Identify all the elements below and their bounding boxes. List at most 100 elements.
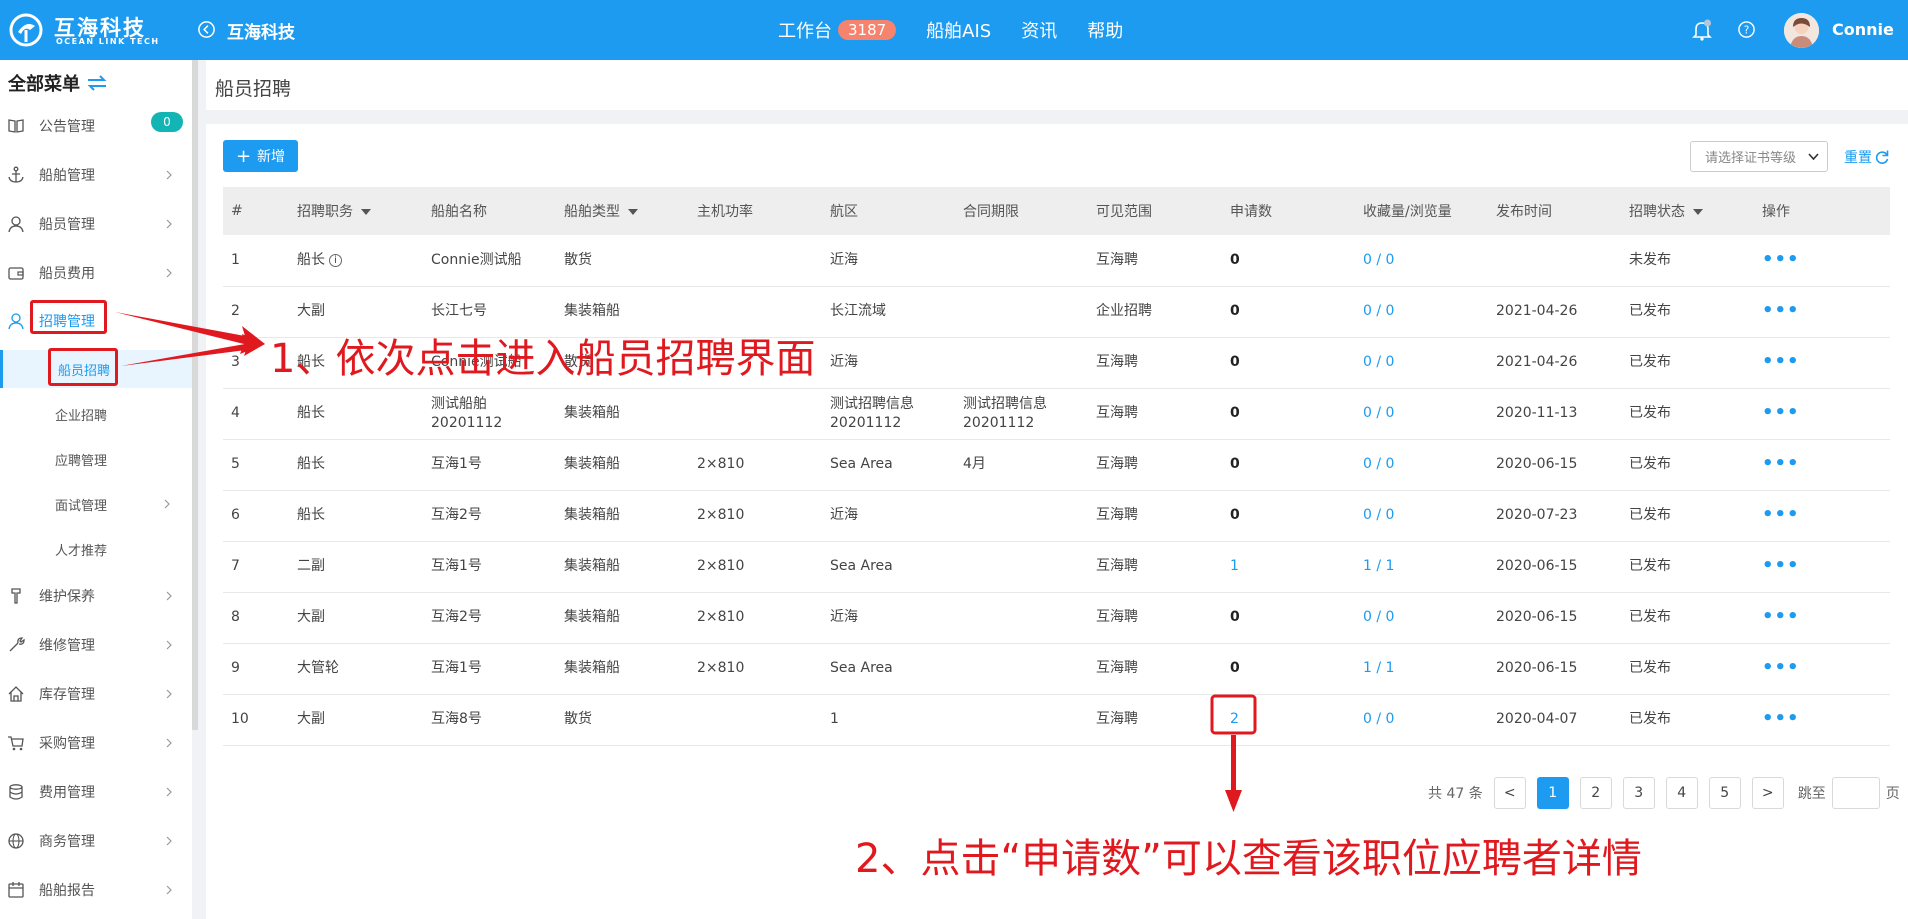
cell-op[interactable]: ••• [1754, 643, 1890, 695]
sidebar-item-expense[interactable]: 费用管理 [0, 772, 192, 812]
cell-status-value: 已发布 [1629, 405, 1671, 421]
cell-fav[interactable]: 0 / 0 [1355, 337, 1488, 389]
prev-page-button[interactable]: < [1493, 777, 1526, 809]
sidebar-subitem-applicant-manage[interactable]: 应聘管理 [0, 440, 192, 478]
sidebar-item-notice[interactable]: 公告管理 [0, 106, 192, 146]
cell-op[interactable]: ••• [1754, 694, 1890, 746]
cell-op[interactable]: ••• [1754, 490, 1890, 542]
cell-op[interactable]: ••• [1754, 541, 1890, 593]
brand-subtitle: OCEAN LINK TECH [56, 37, 160, 46]
info-icon[interactable]: i [329, 253, 342, 267]
nav-workbench[interactable]: 工作台 3187 [778, 17, 897, 43]
next-page-button[interactable]: > [1751, 777, 1784, 809]
sidebar-item-crew[interactable]: 船员管理 [0, 204, 192, 244]
cell-fav[interactable]: 0 / 0 [1355, 286, 1488, 338]
col-position[interactable]: 招聘职务 [289, 187, 423, 235]
cert-level-select[interactable]: 请选择证书等级 [1690, 141, 1828, 172]
cell-fav[interactable]: 0 / 0 [1355, 592, 1488, 644]
cell-no: 7 [223, 541, 289, 593]
cell-date-value: 2020-04-07 [1496, 711, 1578, 727]
cell-type-value: 集装箱船 [564, 660, 620, 676]
page-button[interactable]: 4 [1665, 777, 1698, 809]
cell-no: 9 [223, 643, 289, 695]
cell-ship-value: 测试船舶20201112 [431, 395, 503, 431]
sidebar-item-ship[interactable]: 船舶管理 [0, 155, 192, 195]
nav-help[interactable]: 帮助 [1087, 17, 1123, 43]
username[interactable]: Connie [1832, 20, 1894, 39]
sidebar-item-repair[interactable]: 维修管理 [0, 625, 192, 665]
sidebar-item-maintenance[interactable]: 维护保养 [0, 576, 192, 616]
cell-op[interactable]: ••• [1754, 235, 1890, 287]
jump-page-input[interactable] [1831, 777, 1880, 809]
cell-apply[interactable]: 0 [1222, 286, 1355, 338]
cell-status-value: 已发布 [1629, 354, 1671, 370]
cell-apply[interactable]: 0 [1222, 337, 1355, 389]
cell-apply[interactable]: 0 [1222, 592, 1355, 644]
cell-op[interactable]: ••• [1754, 592, 1890, 644]
col-ship-type-label: 船舶类型 [564, 204, 620, 220]
cell-fav[interactable]: 0 / 0 [1355, 235, 1488, 287]
cell-term [955, 541, 1088, 593]
cell-fav[interactable]: 0 / 0 [1355, 439, 1488, 491]
cell-area-value: 测试招聘信息20201112 [830, 395, 914, 431]
cell-op[interactable]: ••• [1754, 286, 1890, 338]
cell-type: 集装箱船 [556, 388, 689, 440]
cell-fav[interactable]: 1 / 1 [1355, 541, 1488, 593]
sidebar-item-crew-fee[interactable]: 船员费用 [0, 253, 192, 293]
cell-position: 船长 [289, 388, 423, 440]
cell-fav[interactable]: 0 / 0 [1355, 490, 1488, 542]
col-ship-type[interactable]: 船舶类型 [556, 187, 689, 235]
sidebar-subitem-company-recruit[interactable]: 企业招聘 [0, 395, 192, 433]
chevron-right-icon [166, 170, 172, 180]
cell-apply[interactable]: 0 [1222, 643, 1355, 695]
cell-op-value: ••• [1762, 300, 1800, 321]
nav-ship-ais[interactable]: 船舶AIS [926, 17, 991, 43]
cell-apply[interactable]: 0 [1222, 388, 1355, 440]
reset-button[interactable]: 重置 [1844, 147, 1890, 167]
cell-fav[interactable]: 0 / 0 [1355, 694, 1488, 746]
col-status[interactable]: 招聘状态 [1621, 187, 1754, 235]
page-button[interactable]: 1 [1536, 777, 1569, 809]
page-button[interactable]: 3 [1622, 777, 1655, 809]
cell-status-value: 已发布 [1629, 660, 1671, 676]
sidebar-item-business[interactable]: 商务管理 [0, 821, 192, 861]
table-row: 4 船长 测试船舶20201112 集装箱船 测试招聘信息20201112 测试招聘信息2… [223, 388, 1890, 440]
back-icon[interactable] [197, 20, 216, 39]
cell-term [955, 490, 1088, 542]
cell-op[interactable]: ••• [1754, 388, 1890, 440]
sidebar-item-inventory[interactable]: 库存管理 [0, 674, 192, 714]
page-button[interactable]: 2 [1579, 777, 1612, 809]
bell-icon[interactable] [1690, 18, 1714, 42]
cell-fav[interactable]: 0 / 0 [1355, 388, 1488, 440]
chevron-right-icon [164, 499, 170, 509]
cell-apply[interactable]: 2 [1222, 694, 1355, 746]
add-button[interactable]: + 新增 [223, 140, 298, 172]
cell-fav-value: 0 / 0 [1363, 405, 1395, 421]
sidebar-item-ship-report[interactable]: 船舶报告 [0, 870, 192, 910]
help-icon[interactable]: ? [1737, 20, 1756, 39]
cell-apply[interactable]: 0 [1222, 439, 1355, 491]
col-actions: 操作 [1754, 187, 1890, 235]
user-avatar[interactable] [1784, 13, 1819, 48]
cell-scope-value: 互海聘 [1096, 405, 1138, 421]
workbench-count-badge: 3187 [838, 20, 897, 40]
sidebar-scrollbar[interactable] [192, 60, 198, 730]
cell-date: 2020-06-15 [1488, 439, 1621, 491]
cell-fav[interactable]: 1 / 1 [1355, 643, 1488, 695]
cell-apply[interactable]: 1 [1222, 541, 1355, 593]
sidebar-item-purchase[interactable]: 采购管理 [0, 723, 192, 763]
cell-position: 二副 [289, 541, 423, 593]
nav-news[interactable]: 资讯 [1021, 17, 1057, 43]
cell-apply[interactable]: 0 [1222, 235, 1355, 287]
page-button[interactable]: 5 [1708, 777, 1741, 809]
switch-arrows-icon[interactable] [86, 75, 108, 91]
sidebar-subitem-interview-manage[interactable]: 面试管理 [0, 485, 192, 523]
cell-op[interactable]: ••• [1754, 337, 1890, 389]
cell-ship: Connie测试船 [423, 235, 556, 287]
cell-apply[interactable]: 0 [1222, 490, 1355, 542]
cell-no-value: 5 [231, 456, 240, 472]
sidebar-subitem-talent-recommend[interactable]: 人才推荐 [0, 530, 192, 568]
all-menu-title[interactable]: 全部菜单 [8, 70, 108, 96]
cell-area-value: Sea Area [830, 660, 893, 676]
cell-op[interactable]: ••• [1754, 439, 1890, 491]
